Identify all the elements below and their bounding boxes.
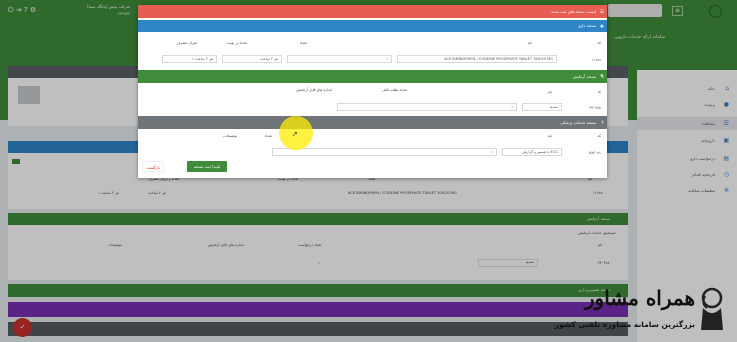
col-per-time: تعداد در نوبت <box>226 41 247 45</box>
col-dose: میزان مصرف <box>176 41 197 45</box>
pill-icon: ✚ <box>599 24 604 30</box>
col-name: نام <box>547 134 552 138</box>
drug-count-field[interactable]: ۱ <box>287 55 392 63</box>
col-count: تعداد بطلب قابل <box>382 88 407 92</box>
watermark-brand: همراه مشاور <box>584 286 695 310</box>
col-sizes: اندازه های قابل آزمایش <box>296 88 332 92</box>
cancel-button[interactable]: بازگشت <box>142 161 164 172</box>
cell-code: ۵۷۳۰۸۱ <box>589 151 601 155</box>
drug-dose-field[interactable]: هر ۲ ساعت ۱ <box>162 55 217 63</box>
lab-name-field[interactable]: سدیم <box>522 103 562 111</box>
service-count-field[interactable]: ۱ <box>272 148 497 156</box>
cell-code: ۱۱۶۸۸ <box>591 58 601 62</box>
modal-title-bar: ☰ لیست نسخه های ثبت شده <box>138 5 607 18</box>
col-name: نام <box>547 90 552 94</box>
cell-code: ۳۳۰۳۸۸ <box>589 106 601 110</box>
lab-section-header: ⚗ نسخه آزمایش <box>138 70 607 83</box>
drug-per-time-field[interactable]: هر ۲ ساعت <box>222 55 282 63</box>
service-name-field[interactable]: ECG با تفسیر و گزارش <box>502 148 562 156</box>
col-code: کد <box>597 41 601 45</box>
col-code: کد <box>597 90 601 94</box>
col-notes: توضیحات <box>223 134 237 138</box>
watermark: همراه مشاور بزرگترین سامانه مشاوره تلفنی… <box>535 280 735 340</box>
drug-name-field[interactable]: ACETAMINOPHEN / CODEINE PHOSPHATE TABLET… <box>397 55 557 63</box>
stethoscope-icon: ⚕ <box>601 120 604 126</box>
col-count: تعداد <box>299 41 307 45</box>
drug-section-header: ✚ نسخه دارو <box>138 20 607 32</box>
watermark-tagline: بزرگترین سامانه مشاوره تلفنی کشور <box>554 320 695 329</box>
list-icon: ☰ <box>599 9 604 15</box>
col-name: نام <box>527 41 532 45</box>
prescriptions-modal: ☰ لیست نسخه های ثبت شده ✚ نسخه دارو کد ن… <box>138 5 607 178</box>
col-count: تعداد <box>264 134 272 138</box>
col-code: کد <box>597 134 601 138</box>
consultant-logo-icon <box>701 287 723 330</box>
service-section-header: ⚕ نسخه خدمات پزشکی <box>138 116 607 129</box>
lab-count-field[interactable]: ۱ <box>337 103 517 111</box>
flask-icon: ⚗ <box>599 74 604 80</box>
mouse-cursor-icon: ➚ <box>292 130 298 138</box>
confirm-button[interactable]: تایید/ ثبت نسخه <box>187 161 227 172</box>
modal-title: لیست نسخه های ثبت شده <box>551 9 596 14</box>
